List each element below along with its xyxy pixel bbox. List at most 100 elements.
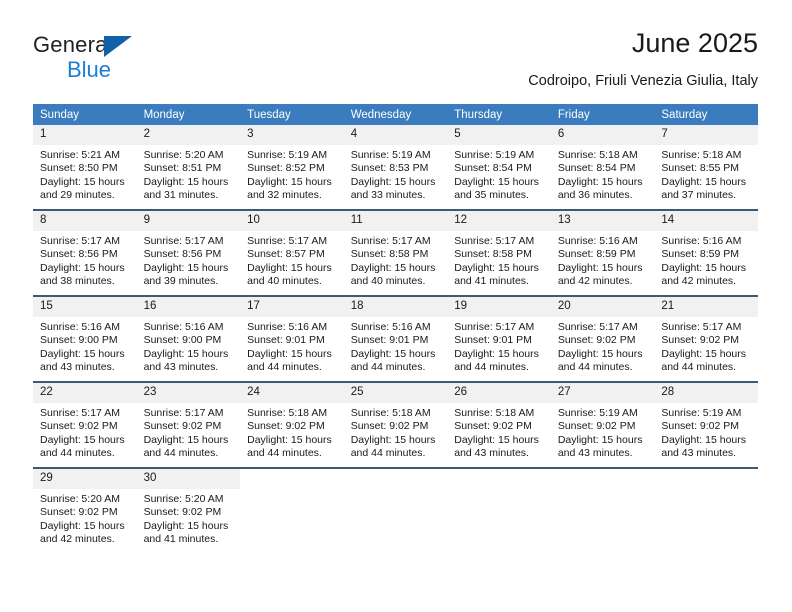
daylight-text-line2: and 31 minutes. (143, 189, 219, 202)
sunset-text: Sunset: 9:02 PM (247, 420, 325, 433)
daylight-text-line1: Daylight: 15 hours (247, 175, 332, 188)
sunset-text: Sunset: 9:02 PM (661, 334, 740, 347)
daylight-text-line1: Daylight: 15 hours (143, 175, 229, 188)
day-number (343, 469, 448, 489)
daylight-text-line1: Daylight: 15 hours (557, 261, 643, 274)
sunset-text: Sunset: 8:50 PM (40, 162, 118, 175)
sunrise-text: Sunrise: 5:16 AM (247, 321, 328, 333)
sunrise-text: Sunrise: 5:16 AM (557, 235, 638, 247)
day-cell[interactable]: 2 Sunrise: 5:20 AM Sunset: 8:51 PM Dayli… (136, 125, 241, 210)
day-number: 23 (136, 383, 241, 403)
day-details: Sunrise: 5:20 AM Sunset: 9:02 PM Dayligh… (33, 489, 137, 547)
sunrise-text: Sunrise: 5:18 AM (454, 407, 535, 419)
day-cell[interactable]: 15 Sunrise: 5:16 AM Sunset: 9:00 PM Dayl… (33, 295, 137, 382)
calendar-table: Sunday Monday Tuesday Wednesday Thursday… (33, 104, 758, 553)
weekday-header-friday: Friday (550, 104, 655, 125)
sunset-text: Sunset: 8:56 PM (143, 248, 222, 261)
daylight-text-line2: and 44 minutes. (40, 447, 115, 460)
day-cell[interactable]: 1 Sunrise: 5:21 AM Sunset: 8:50 PM Dayli… (33, 125, 137, 210)
day-cell[interactable]: 11 Sunrise: 5:17 AM Sunset: 8:58 PM Dayl… (343, 209, 448, 296)
day-number: 3 (240, 125, 344, 145)
calendar-week-row: 15 Sunrise: 5:16 AM Sunset: 9:00 PM Dayl… (33, 295, 758, 382)
day-details: Sunrise: 5:18 AM Sunset: 8:55 PM Dayligh… (654, 145, 758, 203)
day-cell[interactable]: 19 Sunrise: 5:17 AM Sunset: 9:01 PM Dayl… (447, 295, 551, 382)
daylight-text-line1: Daylight: 15 hours (247, 261, 332, 274)
day-details: Sunrise: 5:16 AM Sunset: 8:59 PM Dayligh… (654, 231, 758, 289)
day-cell[interactable]: 24 Sunrise: 5:18 AM Sunset: 9:02 PM Dayl… (240, 381, 344, 468)
page-header: General Blue June 2025 Codroipo, Friuli … (33, 28, 758, 90)
day-cell[interactable]: 28 Sunrise: 5:19 AM Sunset: 9:02 PM Dayl… (654, 381, 758, 468)
weekday-header-wednesday: Wednesday (343, 104, 448, 125)
calendar-week-row: 8 Sunrise: 5:17 AM Sunset: 8:56 PM Dayli… (33, 209, 758, 296)
day-cell[interactable]: 7 Sunrise: 5:18 AM Sunset: 8:55 PM Dayli… (654, 125, 758, 210)
day-cell[interactable]: 5 Sunrise: 5:19 AM Sunset: 8:54 PM Dayli… (447, 125, 551, 210)
day-cell[interactable]: 25 Sunrise: 5:18 AM Sunset: 9:02 PM Dayl… (343, 381, 448, 468)
day-cell-empty (240, 467, 344, 553)
daylight-text-line1: Daylight: 15 hours (143, 433, 229, 446)
daylight-text-line2: and 42 minutes. (661, 275, 737, 288)
day-number: 8 (33, 211, 137, 231)
sunrise-text: Sunrise: 5:20 AM (143, 493, 224, 505)
day-details: Sunrise: 5:17 AM Sunset: 8:57 PM Dayligh… (240, 231, 344, 289)
day-details: Sunrise: 5:16 AM Sunset: 9:01 PM Dayligh… (240, 317, 344, 375)
day-cell[interactable]: 20 Sunrise: 5:17 AM Sunset: 9:02 PM Dayl… (550, 295, 655, 382)
calendar-week-row: 22 Sunrise: 5:17 AM Sunset: 9:02 PM Dayl… (33, 381, 758, 468)
day-cell[interactable]: 16 Sunrise: 5:16 AM Sunset: 9:00 PM Dayl… (136, 295, 241, 382)
day-cell[interactable]: 27 Sunrise: 5:19 AM Sunset: 9:02 PM Dayl… (550, 381, 655, 468)
day-cell[interactable]: 26 Sunrise: 5:18 AM Sunset: 9:02 PM Dayl… (447, 381, 551, 468)
day-number: 18 (343, 297, 448, 317)
sunset-text: Sunset: 8:59 PM (661, 248, 740, 261)
calendar-page: General Blue June 2025 Codroipo, Friuli … (0, 0, 792, 612)
day-cell[interactable]: 9 Sunrise: 5:17 AM Sunset: 8:56 PM Dayli… (136, 209, 241, 296)
day-details: Sunrise: 5:20 AM Sunset: 8:51 PM Dayligh… (137, 145, 241, 203)
day-details: Sunrise: 5:20 AM Sunset: 9:02 PM Dayligh… (137, 489, 241, 547)
day-cell[interactable]: 29 Sunrise: 5:20 AM Sunset: 9:02 PM Dayl… (33, 467, 137, 553)
daylight-text-line2: and 35 minutes. (454, 189, 529, 202)
daylight-text-line2: and 38 minutes. (40, 275, 115, 288)
sunrise-text: Sunrise: 5:17 AM (454, 321, 535, 333)
day-number: 9 (136, 211, 241, 231)
sunrise-text: Sunrise: 5:21 AM (40, 149, 120, 161)
day-details: Sunrise: 5:19 AM Sunset: 8:53 PM Dayligh… (344, 145, 448, 203)
daylight-text-line1: Daylight: 15 hours (40, 519, 125, 532)
day-cell[interactable]: 8 Sunrise: 5:17 AM Sunset: 8:56 PM Dayli… (33, 209, 137, 296)
daylight-text-line2: and 44 minutes. (247, 361, 322, 374)
day-cell[interactable]: 23 Sunrise: 5:17 AM Sunset: 9:02 PM Dayl… (136, 381, 241, 468)
day-details: Sunrise: 5:17 AM Sunset: 8:58 PM Dayligh… (447, 231, 551, 289)
daylight-text-line2: and 42 minutes. (40, 533, 115, 546)
day-number: 22 (33, 383, 137, 403)
day-number: 1 (33, 125, 137, 145)
daylight-text-line1: Daylight: 15 hours (350, 261, 436, 274)
day-cell[interactable]: 18 Sunrise: 5:16 AM Sunset: 9:01 PM Dayl… (343, 295, 448, 382)
day-cell[interactable]: 12 Sunrise: 5:17 AM Sunset: 8:58 PM Dayl… (447, 209, 551, 296)
day-cell[interactable]: 6 Sunrise: 5:18 AM Sunset: 8:54 PM Dayli… (550, 125, 655, 210)
sunrise-text: Sunrise: 5:17 AM (40, 235, 120, 247)
day-number (240, 469, 344, 489)
day-cell[interactable]: 22 Sunrise: 5:17 AM Sunset: 9:02 PM Dayl… (33, 381, 137, 468)
daylight-text-line2: and 41 minutes. (454, 275, 529, 288)
daylight-text-line1: Daylight: 15 hours (143, 519, 229, 532)
day-cell[interactable]: 17 Sunrise: 5:16 AM Sunset: 9:01 PM Dayl… (240, 295, 344, 382)
day-cell[interactable]: 30 Sunrise: 5:20 AM Sunset: 9:02 PM Dayl… (136, 467, 241, 553)
daylight-text-line1: Daylight: 15 hours (40, 433, 125, 446)
daylight-text-line1: Daylight: 15 hours (454, 175, 539, 188)
sunrise-text: Sunrise: 5:17 AM (143, 407, 224, 419)
day-cell[interactable]: 10 Sunrise: 5:17 AM Sunset: 8:57 PM Dayl… (240, 209, 344, 296)
daylight-text-line1: Daylight: 15 hours (454, 433, 539, 446)
day-cell[interactable]: 3 Sunrise: 5:19 AM Sunset: 8:52 PM Dayli… (240, 125, 344, 210)
day-details: Sunrise: 5:17 AM Sunset: 8:56 PM Dayligh… (137, 231, 241, 289)
day-number: 21 (654, 297, 758, 317)
sunset-text: Sunset: 9:02 PM (350, 420, 429, 433)
day-details: Sunrise: 5:18 AM Sunset: 9:02 PM Dayligh… (447, 403, 551, 461)
day-cell[interactable]: 14 Sunrise: 5:16 AM Sunset: 8:59 PM Dayl… (654, 209, 758, 296)
daylight-text-line2: and 43 minutes. (661, 447, 737, 460)
day-cell[interactable]: 21 Sunrise: 5:17 AM Sunset: 9:02 PM Dayl… (654, 295, 758, 382)
day-cell[interactable]: 13 Sunrise: 5:16 AM Sunset: 8:59 PM Dayl… (550, 209, 655, 296)
sunset-text: Sunset: 9:01 PM (454, 334, 532, 347)
daylight-text-line2: and 36 minutes. (557, 189, 633, 202)
sunrise-text: Sunrise: 5:16 AM (40, 321, 120, 333)
day-cell[interactable]: 4 Sunrise: 5:19 AM Sunset: 8:53 PM Dayli… (343, 125, 448, 210)
sunrise-text: Sunrise: 5:19 AM (557, 407, 638, 419)
generalblue-logo[interactable]: General Blue (33, 32, 163, 88)
daylight-text-line2: and 43 minutes. (143, 361, 219, 374)
